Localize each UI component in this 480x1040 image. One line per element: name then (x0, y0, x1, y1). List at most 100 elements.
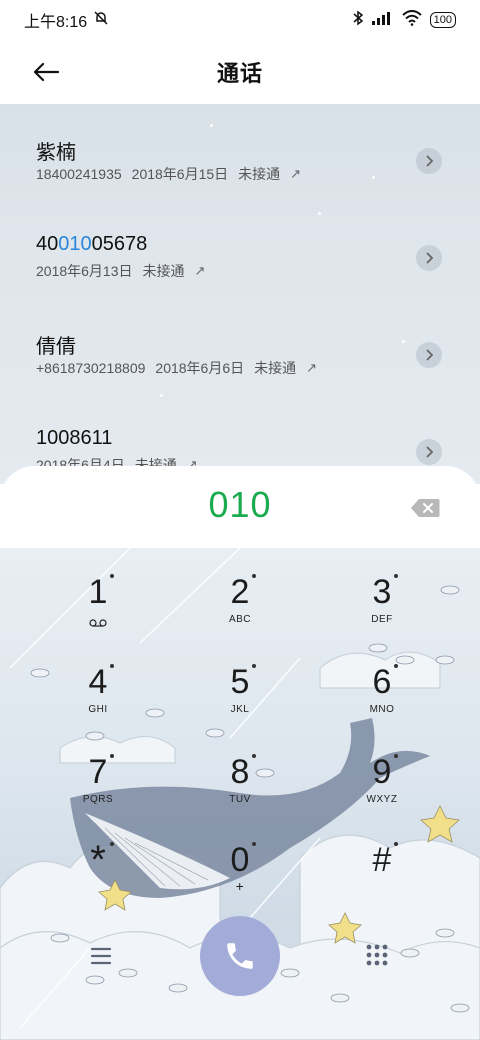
call-detail-button[interactable] (416, 245, 442, 271)
heart-dot-decoration (110, 842, 114, 846)
page-title: 通话 (216, 61, 263, 86)
dial-key-2[interactable]: 2 ABC (180, 548, 300, 636)
call-meta: +8618730218809 2018年6月6日 未接通 ↗ (36, 358, 317, 378)
dial-key-5[interactable]: 5 JKL (180, 638, 300, 726)
call-meta: 2018年6月13日 未接通 ↗ (36, 261, 205, 281)
dial-key-4[interactable]: 4 GHI (38, 638, 158, 726)
menu-button[interactable] (88, 946, 114, 966)
call-log-item[interactable]: 紫楠 18400241935 2018年6月15日 未接通 ↗ (0, 104, 480, 200)
voicemail-icon (89, 614, 107, 632)
menu-icon (90, 947, 112, 965)
heart-dot-decoration (394, 842, 398, 846)
outgoing-call-icon: ↗ (306, 360, 318, 375)
heart-dot-decoration (252, 754, 256, 758)
chevron-right-icon (426, 155, 433, 167)
outgoing-call-icon: ↗ (290, 166, 302, 181)
heart-dot-decoration (252, 574, 256, 578)
arrow-left-icon (33, 62, 60, 82)
phone-number: +8618730218809 (36, 360, 146, 376)
key-digit: # (372, 841, 392, 879)
key-digit: 8 (230, 753, 250, 791)
bluetooth-icon (352, 10, 364, 31)
call-button[interactable] (200, 916, 280, 996)
status-right: 100 (352, 9, 456, 31)
key-digit: 3 (372, 573, 392, 611)
heart-dot-decoration (394, 574, 398, 578)
name-suffix: 05678 (91, 233, 148, 255)
key-digit: 2 (230, 573, 250, 611)
heart-dot-decoration (252, 664, 256, 668)
key-letters: MNO (369, 704, 395, 715)
keypad-toggle-button[interactable] (364, 942, 390, 968)
heart-dot-decoration (110, 754, 114, 758)
backspace-button[interactable] (410, 498, 440, 518)
key-letters: + (235, 878, 245, 894)
dialpad: 1 2 ABC 3 DEF 4 GHI 5 JKL 6 MNO 7 PQRS 8… (0, 548, 480, 1040)
dial-key-7[interactable]: 7 PQRS (38, 728, 158, 816)
status-time: 上午8:16 (24, 14, 88, 31)
chevron-right-icon (426, 349, 433, 361)
outgoing-call-icon: ↗ (194, 263, 206, 278)
heart-dot-decoration (394, 754, 398, 758)
call-date: 2018年6月13日 (36, 263, 133, 279)
key-letters: WXYZ (366, 794, 398, 805)
call-status: 未接通 (142, 263, 185, 279)
call-date: 2018年6月6日 (155, 360, 245, 376)
chevron-right-icon (426, 446, 433, 458)
key-letters: DEF (371, 614, 393, 625)
key-digit: 9 (372, 753, 392, 791)
key-digit: 0 (230, 841, 250, 879)
dialed-number: 010 (208, 484, 272, 525)
key-letters: JKL (230, 704, 250, 715)
dial-key-star[interactable]: * (38, 816, 158, 904)
heart-dot-decoration (110, 574, 114, 578)
key-digit: 1 (88, 573, 108, 611)
back-button[interactable] (28, 54, 64, 90)
call-detail-button[interactable] (416, 148, 442, 174)
phone-icon (227, 943, 253, 969)
signal-icon (371, 11, 394, 30)
heart-dot-decoration (110, 664, 114, 668)
heart-dot-decoration (394, 664, 398, 668)
key-digit: 7 (88, 753, 108, 791)
key-letters: GHI (88, 704, 108, 715)
contact-name: 紫楠 (36, 142, 76, 164)
header: 通话 (0, 40, 480, 104)
key-letters: TUV (229, 794, 251, 805)
call-log-item[interactable]: 倩倩 +8618730218809 2018年6月6日 未接通 ↗ (0, 298, 480, 394)
backspace-icon (411, 499, 440, 517)
contact-name: 1008611 (36, 427, 113, 449)
call-status: 未接通 (238, 166, 281, 182)
battery-indicator: 100 (429, 12, 456, 28)
wifi-icon (401, 9, 422, 31)
dial-key-9[interactable]: 9 WXYZ (322, 728, 442, 816)
dialpad-icon (366, 944, 388, 966)
key-letters: PQRS (82, 794, 114, 805)
call-date: 2018年6月15日 (131, 166, 229, 182)
key-digit: 4 (88, 663, 108, 701)
call-log-list: 紫楠 18400241935 2018年6月15日 未接通 ↗ 40010056… (0, 104, 480, 484)
call-detail-button[interactable] (416, 439, 442, 465)
dial-key-hash[interactable]: # (322, 816, 442, 904)
name-match-highlight: 010 (58, 233, 92, 255)
heart-dot-decoration (252, 842, 256, 846)
do-not-disturb-icon (93, 10, 109, 31)
dial-key-3[interactable]: 3 DEF (322, 548, 442, 636)
phone-number: 18400241935 (36, 166, 122, 182)
dial-input-panel: 010 (0, 466, 480, 548)
status-bar: 上午8:16 100 (0, 0, 480, 40)
dial-key-0[interactable]: 0 + (180, 816, 300, 904)
call-meta: 18400241935 2018年6月15日 未接通 ↗ (36, 164, 301, 184)
call-detail-button[interactable] (416, 342, 442, 368)
dial-key-6[interactable]: 6 MNO (322, 638, 442, 726)
key-letters: ABC (228, 614, 252, 625)
chevron-right-icon (426, 252, 433, 264)
status-left: 上午8:16 (24, 8, 109, 32)
key-digit: 5 (230, 663, 250, 701)
contact-name: 4001005678 (36, 233, 147, 256)
dial-key-8[interactable]: 8 TUV (180, 728, 300, 816)
call-log-item[interactable]: 4001005678 2018年6月13日 未接通 ↗ (0, 201, 480, 297)
dial-key-1[interactable]: 1 (38, 548, 158, 636)
contact-name: 倩倩 (36, 336, 76, 358)
call-status: 未接通 (254, 360, 297, 376)
